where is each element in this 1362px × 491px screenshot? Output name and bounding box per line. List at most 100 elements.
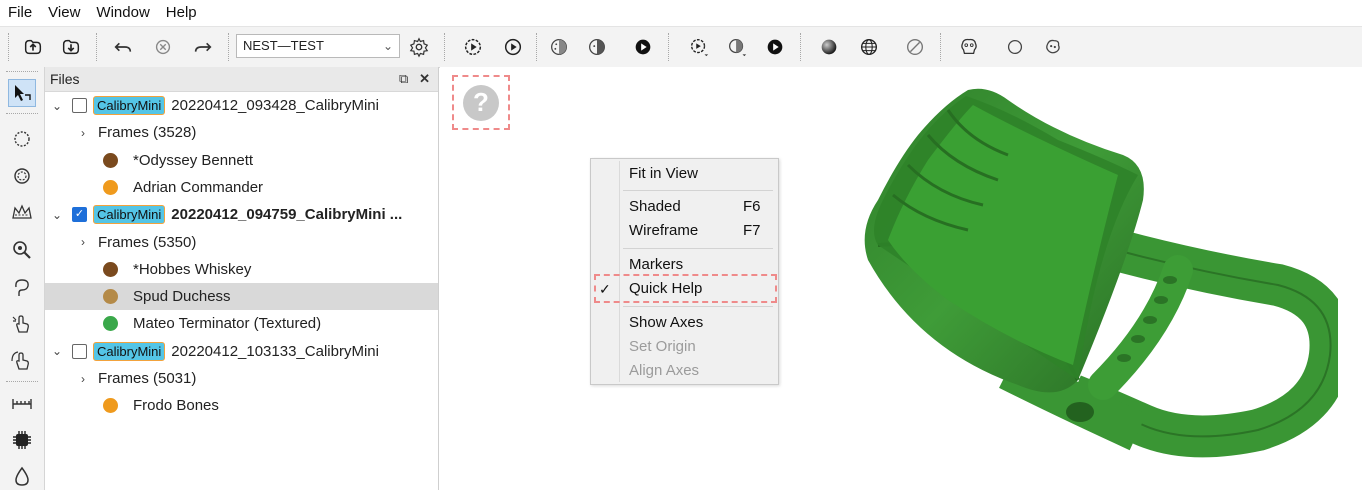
- drop-icon[interactable]: [8, 463, 36, 491]
- play-dropdown-icon[interactable]: [686, 35, 712, 59]
- file-name: 20220412_094759_CalibryMini ...: [171, 206, 403, 224]
- menu-separator: [623, 306, 773, 307]
- frames-label: Frames (5350): [98, 233, 197, 251]
- menu-item-label: Show Axes: [629, 314, 704, 331]
- object-label: Mateo Terminator (Textured): [133, 315, 322, 333]
- import-icon[interactable]: [20, 35, 46, 59]
- object-row[interactable]: Adrian Commander: [45, 174, 438, 201]
- object-row[interactable]: Frodo Bones: [45, 392, 438, 419]
- toolbar-separator: [536, 33, 537, 61]
- frames-row[interactable]: › Frames (5031): [45, 365, 438, 392]
- file-name: 20220412_093428_CalibryMini: [171, 97, 379, 114]
- menu-file[interactable]: File: [0, 0, 40, 26]
- hand-rotate-icon[interactable]: [8, 347, 36, 375]
- menu-help[interactable]: Help: [158, 0, 205, 26]
- file-checkbox[interactable]: ✓: [72, 207, 87, 223]
- play-icon[interactable]: [500, 35, 526, 59]
- record-alt-icon[interactable]: [762, 35, 788, 59]
- chevron-down-icon[interactable]: ⌄: [50, 208, 64, 222]
- menu-view[interactable]: View: [40, 0, 88, 26]
- shape-icon[interactable]: [1040, 35, 1066, 59]
- chevron-down-icon: ⌄: [382, 39, 393, 53]
- toolbar-separator: [228, 33, 229, 61]
- 3d-model[interactable]: [858, 80, 1338, 480]
- lasso-draw-icon[interactable]: [8, 273, 36, 301]
- quick-help-menu-highlight: [594, 274, 777, 303]
- undo-icon[interactable]: [110, 35, 136, 59]
- menu-item-align-axes: Align Axes: [591, 359, 778, 383]
- point-cloud-alt-icon[interactable]: [584, 35, 610, 59]
- toolbar-separator: [96, 33, 97, 61]
- search-zoom-icon[interactable]: [8, 236, 36, 264]
- menu-bar: File View Window Help: [0, 0, 1362, 26]
- menu-item-shortcut: F7: [743, 222, 761, 239]
- object-row[interactable]: *Odyssey Bennett: [45, 147, 438, 174]
- menu-item-fit-in-view[interactable]: Fit in View: [591, 162, 778, 186]
- lasso-icon[interactable]: [8, 162, 36, 190]
- close-icon[interactable]: ✕: [419, 71, 430, 86]
- toolbar-separator: [444, 33, 445, 61]
- config-combo[interactable]: NEST—TEST ⌄: [236, 34, 400, 58]
- color-dot-icon: [103, 152, 118, 168]
- object-label: *Hobbes Whiskey: [133, 260, 252, 278]
- menu-item-label: Align Axes: [629, 362, 700, 379]
- chevron-down-icon[interactable]: ⌄: [50, 344, 64, 358]
- select-tool-icon[interactable]: [8, 79, 36, 107]
- record-icon[interactable]: [630, 35, 656, 59]
- menu-window[interactable]: Window: [88, 0, 157, 26]
- circle-icon[interactable]: [1002, 35, 1028, 59]
- toolbar-separator: [6, 71, 38, 72]
- mesh-tool-icon[interactable]: [956, 35, 982, 59]
- main-toolbar: NEST—TEST ⌄: [0, 26, 1362, 68]
- globe-icon[interactable]: [856, 35, 882, 59]
- object-row[interactable]: Spud Duchess: [45, 283, 438, 311]
- color-dot-icon: [103, 289, 118, 305]
- chevron-down-icon[interactable]: ⌄: [50, 99, 64, 113]
- files-panel: Files ⧉ ✕ ⌄ CalibryMini 20220412_093428_Ca…: [45, 67, 439, 490]
- toolbar-separator: [940, 33, 941, 61]
- menu-item-wireframe[interactable]: Wireframe F7: [591, 219, 778, 243]
- object-row[interactable]: Mateo Terminator (Textured): [45, 310, 438, 337]
- float-icon[interactable]: ⧉: [399, 71, 408, 86]
- file-checkbox[interactable]: [72, 343, 87, 359]
- no-icon[interactable]: [902, 35, 928, 59]
- menu-item-shaded[interactable]: Shaded F6: [591, 195, 778, 219]
- frames-label: Frames (5031): [98, 370, 197, 387]
- context-menu: Fit in View Shaded F6 Wireframe F7 Markers…: [590, 158, 779, 385]
- play-circle-icon[interactable]: [460, 35, 486, 59]
- file-row[interactable]: ⌄ CalibryMini 20220412_103133_CalibryMini: [45, 338, 438, 365]
- cloud-dropdown-icon[interactable]: [724, 35, 750, 59]
- menu-item-label: Set Origin: [629, 338, 696, 355]
- toolbar-separator: [668, 33, 669, 61]
- device-tag: CalibryMini: [93, 96, 166, 115]
- file-row[interactable]: ⌄ CalibryMini 20220412_093428_CalibryMini: [45, 92, 438, 119]
- cancel-icon[interactable]: [150, 35, 176, 59]
- hand-point-icon[interactable]: [8, 310, 36, 338]
- measure-icon[interactable]: [8, 389, 36, 417]
- point-cloud-icon[interactable]: [546, 35, 572, 59]
- crown-icon[interactable]: [8, 199, 36, 227]
- menu-item-label: Fit in View: [629, 165, 698, 182]
- quick-help-highlight: ?: [452, 75, 510, 130]
- menu-item-show-axes[interactable]: Show Axes: [591, 311, 778, 335]
- chevron-right-icon[interactable]: ›: [76, 372, 90, 386]
- frames-row[interactable]: › Frames (3528): [45, 119, 438, 146]
- color-dot-icon: [103, 261, 118, 277]
- export-icon[interactable]: [58, 35, 84, 59]
- frames-row[interactable]: › Frames (5350): [45, 229, 438, 256]
- files-panel-title: Files: [50, 71, 80, 87]
- redo-icon[interactable]: [190, 35, 216, 59]
- chevron-right-icon[interactable]: ›: [76, 126, 90, 140]
- file-checkbox[interactable]: [72, 98, 87, 113]
- chip-icon[interactable]: [8, 426, 36, 454]
- object-row[interactable]: *Hobbes Whiskey: [45, 256, 438, 283]
- settings-icon[interactable]: [406, 35, 432, 59]
- circle-select-icon[interactable]: [8, 125, 36, 153]
- file-row[interactable]: ⌄ ✓ CalibryMini 20220412_094759_CalibryMini…: [45, 201, 438, 228]
- object-label: Frodo Bones: [133, 397, 219, 415]
- help-icon[interactable]: ?: [463, 84, 499, 121]
- color-dot-icon: [103, 316, 118, 332]
- chevron-right-icon[interactable]: ›: [76, 235, 90, 249]
- toolbar-separator: [6, 381, 38, 382]
- sphere-icon[interactable]: [816, 35, 842, 59]
